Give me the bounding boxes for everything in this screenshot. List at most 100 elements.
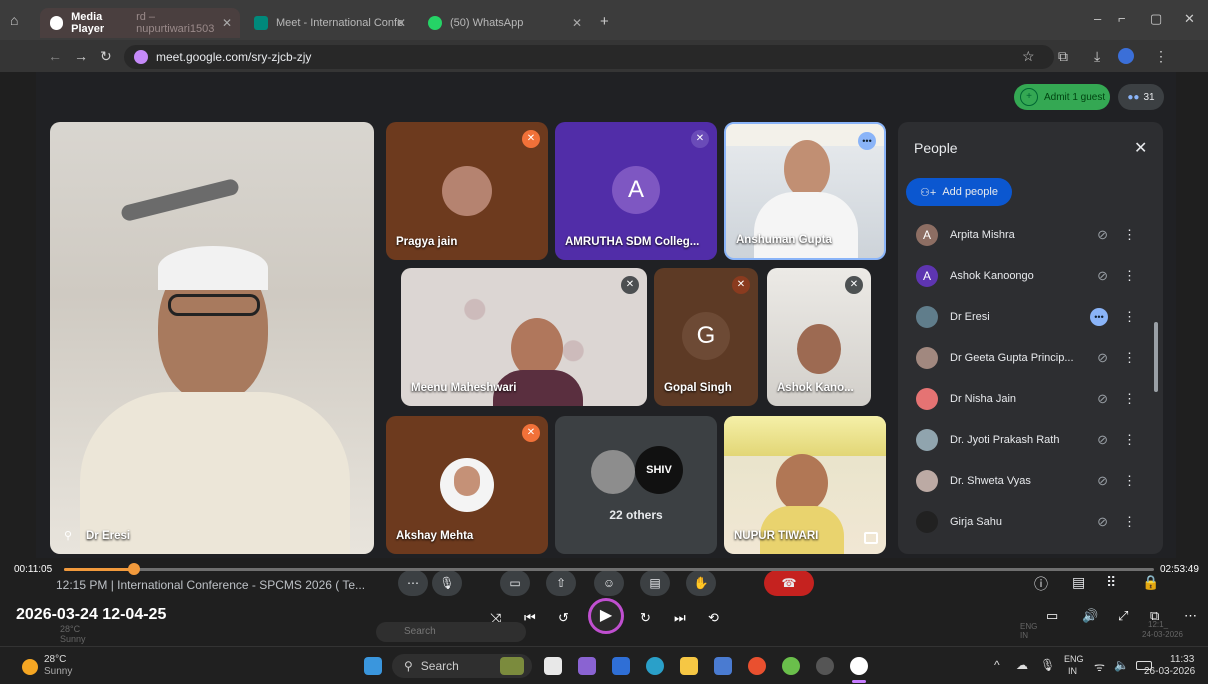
play-button[interactable]: ▶ [588,598,624,634]
rewind-10-icon[interactable]: ↺ [558,610,569,626]
clock-date[interactable]: 26-03-2026 [1144,666,1195,677]
scrollbar-thumb[interactable] [1154,322,1158,392]
more-options-icon[interactable]: ⋮ [1123,309,1136,325]
tile-name: NUPUR TIWARI [734,530,819,542]
restore-icon[interactable]: ⌐ [1118,11,1126,26]
clock-time[interactable]: 11:33 [1170,654,1194,665]
edge-icon[interactable] [646,657,664,675]
window-close-icon[interactable]: ✕ [1184,11,1195,27]
speaking-icon[interactable]: ••• [1090,308,1108,326]
language-top[interactable]: ENG [1064,654,1084,664]
mic-tray-icon[interactable]: 🎙 [1040,658,1055,672]
video-tile[interactable]: G ✕ Gopal Singh [654,268,758,406]
seek-thumb[interactable] [127,563,140,575]
tab-meet[interactable]: Meet - International Confe ✕ [244,8,414,38]
more-options-icon[interactable]: ⋮ [1123,432,1136,448]
copilot-icon[interactable] [578,657,596,675]
file-explorer-icon[interactable] [680,657,698,675]
home-icon[interactable]: ⌂ [10,12,18,28]
store-icon[interactable] [612,657,630,675]
repeat-icon[interactable]: ⟲ [708,610,719,626]
settings-app-icon[interactable] [714,657,732,675]
forward-arrow-icon[interactable]: → [74,48,88,64]
more-options-icon[interactable]: ••• [858,132,876,150]
more-options-icon[interactable]: ⋮ [1123,268,1136,284]
mic-off-icon[interactable]: ⊘ [1097,514,1108,530]
more-options-icon[interactable]: ⋮ [1123,473,1136,489]
participant-row[interactable]: Dr Nisha Jain ⊘ ⋮ [916,384,1156,414]
browser-menu-icon[interactable]: ⋮ [1154,48,1168,65]
video-tile[interactable]: ✕ Meenu Maheshwari [401,268,647,406]
mic-off-icon[interactable]: ⊘ [1097,432,1108,448]
video-tile-speaking[interactable]: ••• Anshuman Gupta [724,122,886,260]
close-icon[interactable]: ✕ [396,16,406,30]
mic-off-icon[interactable]: ⊘ [1097,473,1108,489]
video-tile-main[interactable]: Dr Eresi ⚲ [50,122,374,554]
next-icon[interactable]: ⏭ [674,610,686,626]
mic-off-icon[interactable]: ⊘ [1097,227,1108,243]
person-hair [158,246,268,290]
more-options-icon[interactable]: ⋮ [1123,350,1136,366]
more-options-icon[interactable]: ⋮ [1123,227,1136,243]
more-options-icon[interactable]: ⋮ [1123,514,1136,530]
onedrive-icon[interactable]: ☁ [1016,658,1028,672]
fullscreen-icon[interactable]: ⤢ [1118,608,1128,624]
mic-off-icon: ✕ [522,424,540,442]
tab-label: Media Player [71,11,105,35]
chrome-icon[interactable] [748,657,766,675]
participant-row[interactable]: Dr. Shweta Vyas ⊘ ⋮ [916,466,1156,496]
tray-chevron-icon[interactable]: ^ [994,658,1000,672]
tile-name: Meenu Maheshwari [411,382,517,394]
close-icon[interactable]: ✕ [222,16,232,30]
participant-row[interactable]: Dr. Jyoti Prakash Rath ⊘ ⋮ [916,425,1156,455]
windows-start-icon[interactable] [364,657,382,675]
extensions-icon[interactable]: ⧉ [1058,48,1068,65]
video-tile[interactable]: ✕ Ashok Kano... [767,268,871,406]
admit-guest-button[interactable]: + Admit 1 guest [1014,84,1110,110]
profile-avatar[interactable] [1118,48,1134,64]
mic-off-icon[interactable]: ⊘ [1097,268,1108,284]
participant-row[interactable]: A Ashok Kanoongo ⊘ ⋮ [916,261,1156,291]
vlc-icon[interactable] [782,657,800,675]
others-tile[interactable]: SHIV 22 others [555,416,717,554]
app-icon[interactable] [816,657,834,675]
miniplayer-icon[interactable]: ▭ [1046,608,1058,624]
previous-icon[interactable]: ⏮ [524,610,536,626]
site-info-icon[interactable] [134,50,148,64]
url-field[interactable]: meet.google.com/sry-zjcb-zjy [124,45,1054,69]
volume-icon[interactable]: 🔊 [1082,608,1098,624]
more-options-icon[interactable]: ⋮ [1123,391,1136,407]
add-people-button[interactable]: ⚇+ Add people [906,178,1012,206]
tab-whatsapp[interactable]: (50) WhatsApp ✕ [418,8,590,38]
person-face [511,318,563,378]
seek-bar[interactable] [64,563,1154,575]
back-arrow-icon[interactable]: ← [48,48,62,64]
video-tile[interactable]: NUPUR TIWARI [724,416,886,554]
player-more-icon[interactable]: ⋯ [1184,608,1197,624]
forward-30-icon[interactable]: ↻ [640,610,651,626]
mic-off-icon[interactable]: ⊘ [1097,391,1108,407]
maximize-icon[interactable]: ▢ [1150,11,1162,27]
participant-row[interactable]: Girja Sahu ⊘ ⋮ [916,507,1156,537]
bookmark-star-icon[interactable]: ☆ [1022,48,1035,65]
tab-media-player[interactable]: Media Player rd – nupurtiwari1503 ✕ [40,8,240,38]
video-tile[interactable]: ✕ Akshay Mehta [386,416,548,554]
media-player-taskbar-icon[interactable] [850,657,868,675]
participants-button[interactable]: ●● 31 [1118,84,1164,110]
new-tab-icon[interactable]: + [600,13,609,30]
participant-row[interactable]: Dr Geeta Gupta Princip... ⊘ ⋮ [916,343,1156,373]
close-panel-icon[interactable]: ✕ [1134,138,1147,158]
video-tile[interactable]: ✕ Pragya jain [386,122,548,260]
mic-off-icon[interactable]: ⊘ [1097,350,1108,366]
video-tile[interactable]: A ✕ AMRUTHA SDM Colleg... [555,122,717,260]
widgets-icon[interactable] [500,657,524,675]
download-icon[interactable]: ⤓ [1094,48,1100,65]
reload-icon[interactable]: ↻ [100,48,112,65]
close-icon[interactable]: ✕ [572,16,582,30]
participant-row[interactable]: Dr Eresi ••• ⋮ [916,302,1156,332]
wifi-icon[interactable]: ᯤ [1094,658,1105,675]
participant-row[interactable]: A Arpita Mishra ⊘ ⋮ [916,220,1156,250]
minimize-icon[interactable]: – [1094,11,1101,26]
task-view-icon[interactable] [544,657,562,675]
volume-tray-icon[interactable]: 🔈 [1114,658,1129,672]
